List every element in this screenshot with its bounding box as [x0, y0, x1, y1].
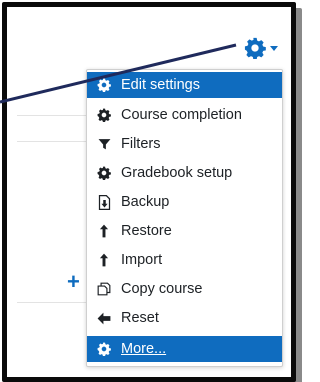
menu-item-label: Reset	[121, 310, 159, 326]
menu-item-restore[interactable]: Restore	[87, 218, 282, 244]
gear-icon	[96, 342, 112, 356]
menu-item-more[interactable]: More...	[87, 336, 282, 362]
menu-item-label: Import	[121, 252, 163, 268]
gear-icon	[244, 37, 266, 59]
settings-menu-button[interactable]	[244, 37, 278, 59]
menu-item-edit-settings[interactable]: Edit settings	[87, 72, 282, 98]
gear-icon	[96, 78, 112, 92]
screenshot-frame: + Edit settings Course completion Filters G…	[2, 2, 296, 382]
menu-item-label: Copy course	[121, 281, 203, 297]
gear-icon	[96, 108, 112, 122]
menu-item-label: Gradebook setup	[121, 165, 233, 181]
menu-item-label: Restore	[121, 223, 172, 239]
menu-item-gradebook-setup[interactable]: Gradebook setup	[87, 160, 282, 186]
upload-arrow-icon	[96, 253, 112, 267]
backup-file-icon	[96, 194, 112, 210]
menu-item-filters[interactable]: Filters	[87, 131, 282, 157]
menu-item-label: Filters	[121, 136, 161, 152]
settings-dropdown-menu: Edit settings Course completion Filters Gra…	[86, 69, 283, 367]
menu-item-label: Backup	[121, 194, 170, 210]
menu-item-label: Course completion	[121, 107, 242, 123]
menu-item-reset[interactable]: Reset	[87, 305, 282, 331]
menu-item-import[interactable]: Import	[87, 247, 282, 273]
gear-icon	[96, 166, 112, 180]
page-divider	[17, 115, 87, 116]
filter-icon	[96, 138, 112, 151]
page-divider	[17, 302, 87, 303]
menu-item-label: More...	[121, 341, 167, 357]
upload-arrow-icon	[96, 224, 112, 238]
arrow-left-icon	[96, 312, 112, 325]
menu-item-label: Edit settings	[121, 77, 200, 93]
menu-item-course-completion[interactable]: Course completion	[87, 102, 282, 128]
menu-item-copy-course[interactable]: Copy course	[87, 276, 282, 302]
plus-icon[interactable]: +	[67, 271, 80, 293]
page-divider	[17, 141, 87, 142]
menu-item-backup[interactable]: Backup	[87, 189, 282, 215]
copy-icon	[96, 282, 112, 296]
caret-down-icon	[270, 45, 278, 51]
